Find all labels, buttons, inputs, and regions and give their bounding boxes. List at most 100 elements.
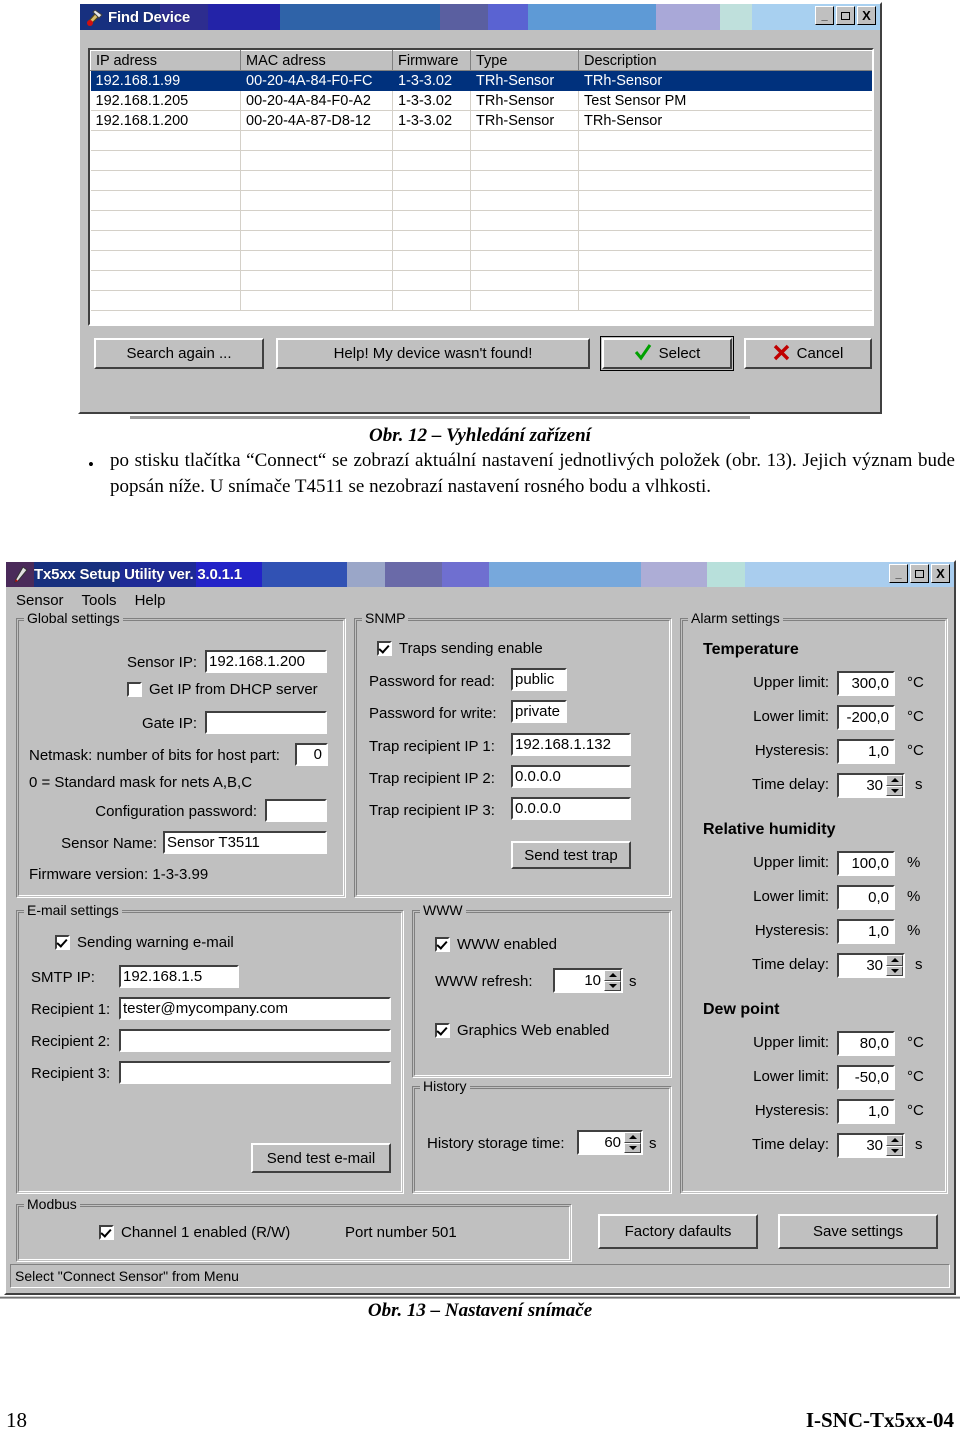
- table-row[interactable]: 192.168.1.99 00-20-4A-84-F0-FC 1-3-3.02 TRh…: [90, 70, 872, 91]
- table-row-empty[interactable]: [90, 170, 872, 191]
- dew-point-upper-limit-input[interactable]: 80,0: [837, 1031, 895, 1056]
- table-row-empty[interactable]: [90, 210, 872, 231]
- temperature-upper-limit-input[interactable]: 300,0: [837, 671, 895, 696]
- sensor-name-input[interactable]: Sensor T3511: [163, 831, 327, 854]
- relative-humidity-lower-limit-input[interactable]: 0,0: [837, 885, 895, 910]
- hammer-tool-icon: [85, 8, 104, 27]
- dew-point-title: Dew point: [703, 1001, 780, 1018]
- dew-point-time-delay-input[interactable]: 30: [837, 1133, 905, 1158]
- relative-humidity-time-delay-input[interactable]: 30: [837, 953, 905, 978]
- config-password-input[interactable]: [265, 799, 327, 822]
- dew-point-hysteresis-input[interactable]: 1,0: [837, 1099, 895, 1124]
- recipient-1-input[interactable]: tester@mycompany.com: [119, 997, 391, 1020]
- table-row-empty[interactable]: [90, 130, 872, 151]
- relative-humidity-lower-limit-label: Lower limit:: [753, 888, 829, 905]
- menu-item-sensor[interactable]: Sensor: [16, 592, 64, 609]
- column-header-4[interactable]: Description: [578, 50, 872, 71]
- relative-humidity-hysteresis-unit: %: [907, 922, 921, 939]
- menu-item-help[interactable]: Help: [135, 592, 166, 609]
- titlebar-gradient: [80, 4, 880, 30]
- trap-recipient-2-input[interactable]: 0.0.0.0: [511, 765, 631, 788]
- close-button[interactable]: X: [931, 564, 950, 583]
- factory-defaults-button[interactable]: Factory dafaults: [598, 1214, 758, 1249]
- recipient-3-input[interactable]: [119, 1061, 391, 1084]
- send-test-trap-button[interactable]: Send test trap: [511, 841, 631, 869]
- history-storage-input[interactable]: 60: [577, 1130, 643, 1155]
- search-again-button[interactable]: Search again ...: [94, 338, 264, 369]
- netmask-input[interactable]: 0: [295, 743, 328, 766]
- trap-recipient-3-input[interactable]: 0.0.0.0: [511, 797, 631, 820]
- password-write-label: Password for write:: [369, 705, 497, 722]
- maximize-button[interactable]: [910, 564, 929, 583]
- column-header-1[interactable]: MAC adress: [240, 50, 393, 71]
- temperature-hysteresis-input[interactable]: 1,0: [837, 739, 895, 764]
- maximize-button[interactable]: [836, 6, 855, 25]
- temperature-time-delay-label: Time delay:: [752, 776, 829, 793]
- dhcp-label: Get IP from DHCP server: [149, 681, 318, 698]
- table-row-empty[interactable]: [90, 250, 872, 271]
- device-table: IP adress MAC adress Firmware Type Descripti…: [90, 50, 872, 311]
- sensor-ip-label: Sensor IP:: [126, 654, 197, 671]
- figure-caption-12: Obr. 12 – Vyhledání zařízení: [369, 425, 591, 446]
- www-refresh-spinner[interactable]: [604, 970, 621, 991]
- table-row[interactable]: 192.168.1.205 00-20-4A-84-F0-A2 1-3-3.02 TR…: [90, 90, 872, 111]
- menu-item-tools[interactable]: Tools: [82, 592, 117, 609]
- setup-titlebar[interactable]: Tx5xx Setup Utility ver. 3.0.1.1 _ X: [6, 562, 954, 587]
- dew-point-time-delay-label: Time delay:: [752, 1136, 829, 1153]
- traps-sending-checkbox[interactable]: [377, 641, 392, 656]
- temperature-time-delay-spinner[interactable]: [886, 775, 903, 796]
- status-bar: Select "Connect Sensor" from Menu: [10, 1264, 950, 1288]
- modbus-channel1-checkbox[interactable]: [99, 1225, 114, 1240]
- temperature-time-delay-input[interactable]: 30: [837, 773, 905, 798]
- column-header-2[interactable]: Firmware: [392, 50, 471, 71]
- relative-humidity-title: Relative humidity: [703, 821, 836, 838]
- relative-humidity-time-delay-spinner[interactable]: [886, 955, 903, 976]
- www-enabled-label: WWW enabled: [457, 936, 558, 953]
- table-row-empty[interactable]: [90, 190, 872, 211]
- recipient-2-input[interactable]: [119, 1029, 391, 1052]
- www-refresh-input[interactable]: 10: [553, 968, 623, 993]
- trap-recipient-1-input[interactable]: 192.168.1.132: [511, 733, 631, 756]
- save-settings-button[interactable]: Save settings: [778, 1214, 938, 1249]
- help-device-not-found-button[interactable]: Help! My device wasn't found!: [276, 338, 590, 369]
- dhcp-checkbox[interactable]: [127, 682, 142, 697]
- password-read-input[interactable]: public: [511, 668, 567, 691]
- graphics-web-enabled-checkbox[interactable]: [435, 1023, 450, 1038]
- page-number: 18: [6, 1408, 27, 1432]
- table-row-empty[interactable]: [90, 230, 872, 251]
- send-test-email-button[interactable]: Send test e-mail: [251, 1143, 391, 1173]
- screwdriver-tool-icon: [11, 565, 30, 584]
- relative-humidity-time-delay-label: Time delay:: [752, 956, 829, 973]
- table-row-empty[interactable]: [90, 270, 872, 291]
- sending-warning-email-checkbox[interactable]: [55, 935, 70, 950]
- dew-point-lower-limit-input[interactable]: -50,0: [837, 1065, 895, 1090]
- smtp-ip-input[interactable]: 192.168.1.5: [119, 965, 239, 988]
- column-header-0[interactable]: IP adress: [90, 50, 241, 71]
- minimize-button[interactable]: _: [815, 6, 834, 25]
- table-row-empty[interactable]: [90, 150, 872, 171]
- select-button[interactable]: Select: [600, 336, 734, 371]
- alarm-settings-group: Alarm settings Temperature Upper limit: 30…: [680, 610, 948, 1194]
- menubar: Sensor Tools Help: [16, 592, 165, 609]
- temperature-lower-limit-input[interactable]: -200,0: [837, 705, 895, 730]
- www-enabled-checkbox[interactable]: [435, 937, 450, 952]
- graphics-web-enabled-label: Graphics Web enabled: [457, 1022, 610, 1039]
- device-list[interactable]: IP adress MAC adress Firmware Type Descripti…: [88, 48, 874, 326]
- find-device-titlebar[interactable]: Find Device _ X: [80, 4, 880, 30]
- relative-humidity-upper-limit-input[interactable]: 100,0: [837, 851, 895, 876]
- cancel-button[interactable]: Cancel: [744, 338, 872, 369]
- recipient-1-label: Recipient 1:: [31, 1001, 111, 1018]
- column-header-3[interactable]: Type: [470, 50, 579, 71]
- close-button[interactable]: X: [857, 6, 876, 25]
- dew-point-hysteresis-unit: °C: [907, 1102, 924, 1119]
- table-row[interactable]: 192.168.1.200 00-20-4A-87-D8-12 1-3-3.02 TR…: [90, 110, 872, 131]
- minimize-button[interactable]: _: [889, 564, 908, 583]
- password-write-input[interactable]: private: [511, 700, 567, 723]
- gate-ip-input[interactable]: [205, 711, 327, 734]
- history-storage-spinner[interactable]: [624, 1132, 641, 1153]
- table-row-empty[interactable]: [90, 290, 872, 311]
- relative-humidity-hysteresis-input[interactable]: 1,0: [837, 919, 895, 944]
- dew-point-time-delay-spinner[interactable]: [886, 1135, 903, 1156]
- sensor-ip-input[interactable]: 192.168.1.200: [205, 650, 327, 673]
- modbus-group: Modbus Channel 1 enabled (R/W) Port numb…: [16, 1196, 572, 1262]
